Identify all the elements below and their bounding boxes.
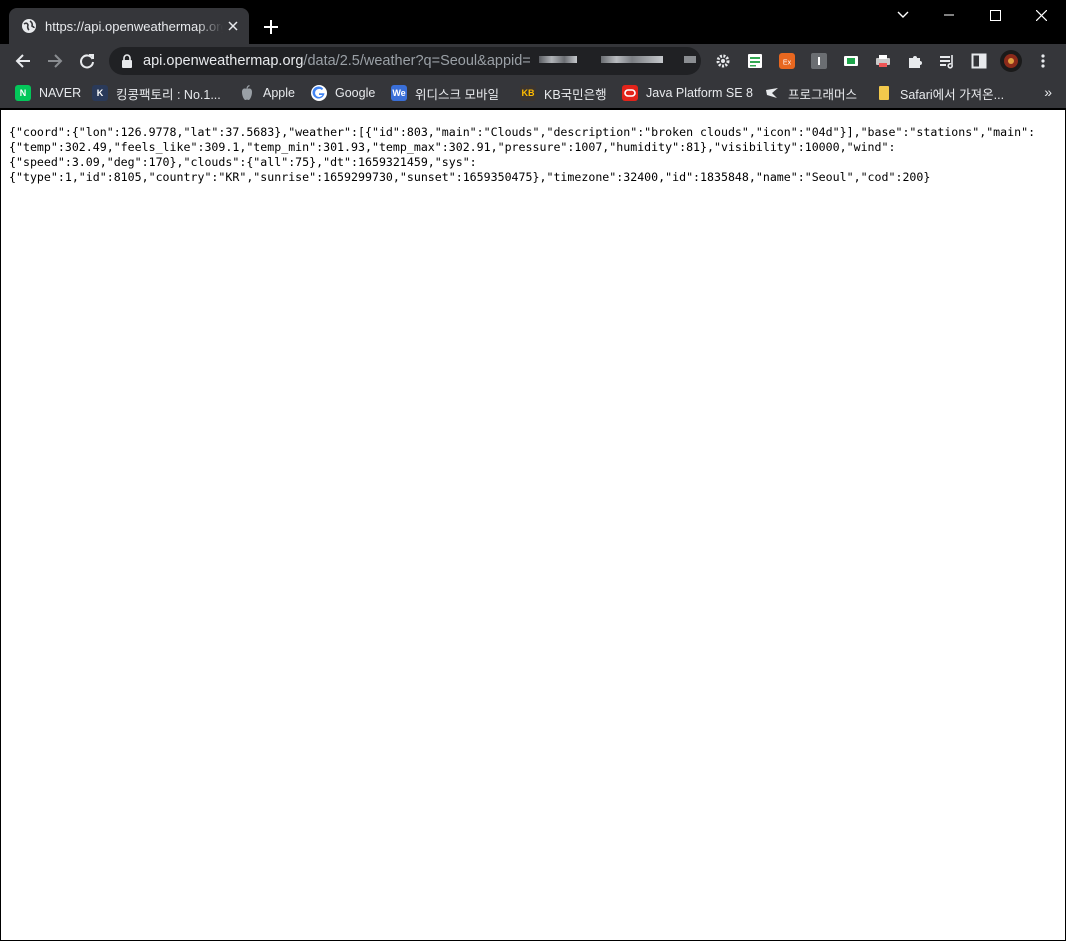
bookmark-kbbank[interactable]: KB KB국민은행 — [520, 83, 607, 103]
avatar[interactable] — [1000, 50, 1022, 72]
i-icon[interactable] — [810, 52, 828, 70]
bookmark-label: 위디스크 모바일 — [415, 87, 499, 102]
bookmark-google[interactable]: Google — [311, 83, 375, 103]
sheets-icon[interactable] — [746, 52, 764, 70]
svg-text:Ex: Ex — [783, 60, 792, 67]
globe-icon — [21, 18, 37, 34]
puzzle-icon[interactable] — [906, 52, 924, 70]
bookmark-kingkongfactory[interactable]: K 킹콩팩토리 : No.1... — [92, 83, 221, 103]
close-tab-icon[interactable] — [225, 18, 241, 34]
bookmark-programmers[interactable]: 프로그래머스 — [764, 83, 857, 103]
lock-icon[interactable] — [121, 54, 133, 68]
back-button[interactable] — [10, 48, 36, 74]
bookmark-label: KB국민은행 — [544, 87, 607, 102]
bookmark-wedisk[interactable]: We 위디스크 모바일 — [391, 83, 499, 103]
url-text: api.openweathermap.org/data/2.5/weather?… — [143, 53, 531, 69]
bookmark-naver[interactable]: N NAVER — [15, 83, 81, 103]
naver-icon: N — [15, 85, 31, 101]
queue-icon[interactable] — [938, 52, 956, 70]
bookmark-label: Safari에서 가져온... — [900, 87, 1005, 102]
green-extension-icon[interactable] — [842, 52, 860, 70]
close-window-button[interactable] — [1018, 0, 1064, 30]
url-path: /data/2.5/weather?q=Seoul&appid= — [303, 53, 531, 69]
redacted-appid — [539, 56, 577, 63]
tab-title: https://api.openweathermap.org/data/2.5/… — [45, 18, 223, 34]
json-line: {"temp":302.49,"feels_like":309.1,"temp_… — [9, 140, 896, 154]
forward-button[interactable] — [42, 48, 68, 74]
new-tab-button[interactable] — [259, 15, 283, 39]
more-bookmarks-button[interactable]: » — [1044, 84, 1052, 100]
wedisk-icon: We — [391, 85, 407, 101]
bookmark-label: 프로그래머스 — [788, 87, 858, 102]
google-icon — [311, 85, 327, 101]
toolbar: api.openweathermap.org/data/2.5/weather?… — [0, 44, 1066, 78]
json-response: {"coord":{"lon":126.9778,"lat":37.5683},… — [9, 125, 1059, 185]
json-line: {"type":1,"id":8105,"country":"KR","sunr… — [9, 170, 931, 184]
bookmark-label: Google — [335, 86, 376, 100]
bookmark-label: NAVER — [39, 86, 82, 100]
bookmark-label: 킹콩팩토리 : No.1... — [116, 87, 221, 102]
json-line: {"speed":3.09,"deg":170},"clouds":{"all"… — [9, 155, 477, 169]
oracle-icon — [622, 85, 638, 101]
reload-button[interactable] — [74, 48, 100, 74]
tab-search-icon[interactable] — [880, 0, 926, 30]
bookmark-apple[interactable]: Apple — [239, 83, 295, 103]
gear-icon[interactable] — [714, 52, 732, 70]
maximize-button[interactable] — [972, 0, 1018, 30]
browser-tab[interactable]: https://api.openweathermap.org/data/2.5/… — [9, 8, 249, 44]
tab-strip: https://api.openweathermap.org/data/2.5/… — [0, 0, 1066, 44]
bookmark-folder-safari[interactable]: Safari에서 가져온... — [876, 83, 1004, 103]
redacted-appid — [601, 56, 663, 63]
bookmarks-bar: N NAVER K 킹콩팩토리 : No.1... Apple Google W… — [0, 78, 1066, 108]
sidebar-icon[interactable] — [970, 52, 988, 70]
kingkong-icon: K — [92, 85, 108, 101]
address-bar[interactable]: api.openweathermap.org/data/2.5/weather?… — [109, 47, 701, 75]
redacted-appid — [684, 56, 696, 63]
programmers-icon — [764, 85, 780, 101]
minimize-button[interactable] — [926, 0, 972, 30]
bookmark-java[interactable]: Java Platform SE 8 — [622, 83, 753, 103]
menu-icon[interactable] — [1034, 52, 1052, 70]
page-content: {"coord":{"lon":126.9778,"lat":37.5683},… — [1, 110, 1065, 940]
apple-icon — [239, 85, 255, 101]
bookmark-label: Java Platform SE 8 — [646, 86, 753, 100]
folder-icon — [876, 85, 892, 101]
url-host: api.openweathermap.org — [143, 53, 304, 69]
ex-icon[interactable]: Ex — [778, 52, 796, 70]
json-line: {"coord":{"lon":126.9778,"lat":37.5683},… — [9, 125, 1036, 139]
print-icon[interactable] — [874, 52, 892, 70]
bookmark-label: Apple — [263, 86, 295, 100]
kb-icon: KB — [520, 85, 536, 101]
